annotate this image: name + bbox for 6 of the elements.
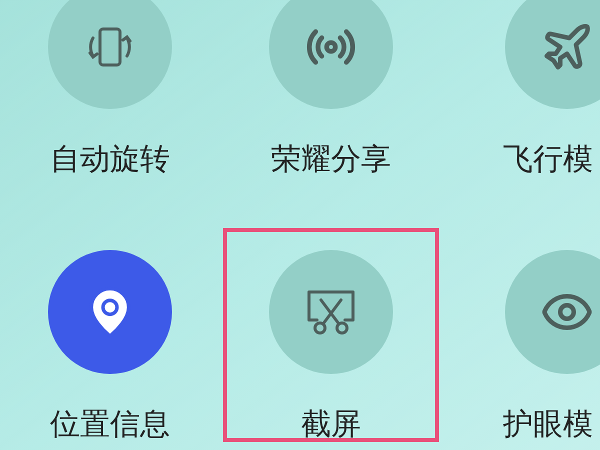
toggle-label: 护眼模 (503, 408, 593, 442)
toggle-label: 荣耀分享 (271, 143, 391, 177)
toggle-label: 飞行模 (503, 143, 593, 177)
toggle-label: 位置信息 (50, 408, 170, 442)
toggle-label: 自动旋转 (50, 143, 170, 177)
toggle-label: 截屏 (301, 408, 361, 442)
